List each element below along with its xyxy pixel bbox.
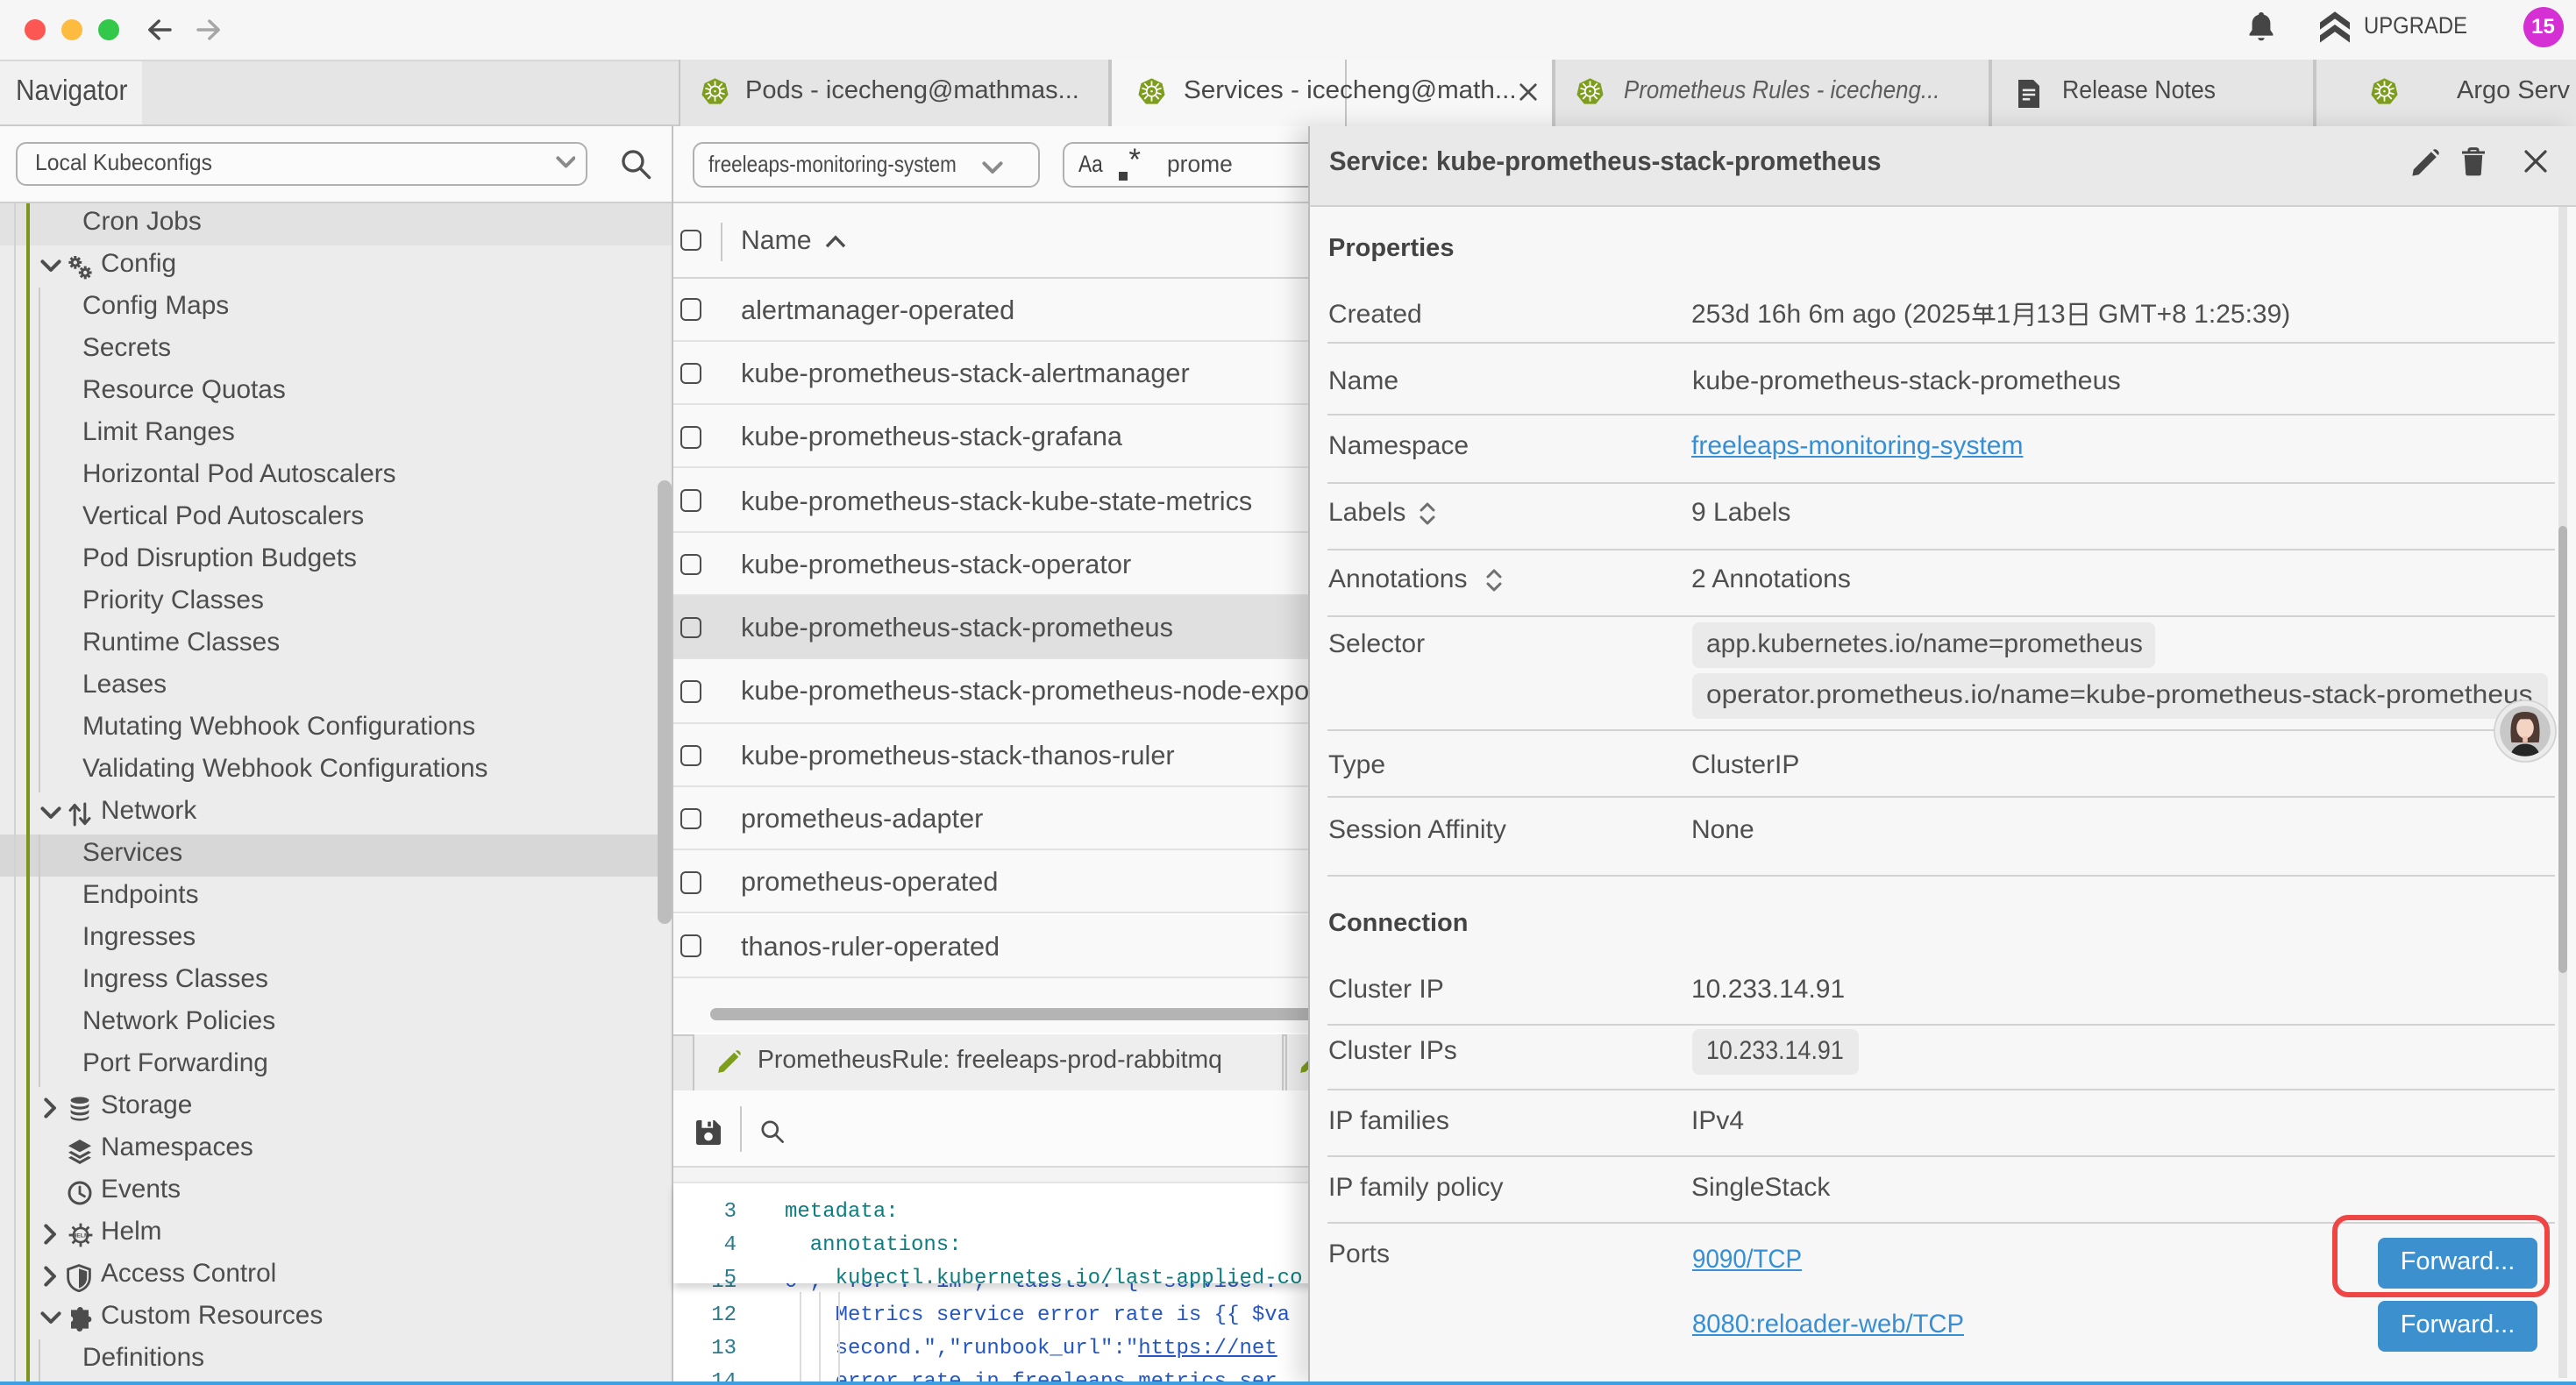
svg-text:HELM: HELM (72, 1232, 89, 1238)
